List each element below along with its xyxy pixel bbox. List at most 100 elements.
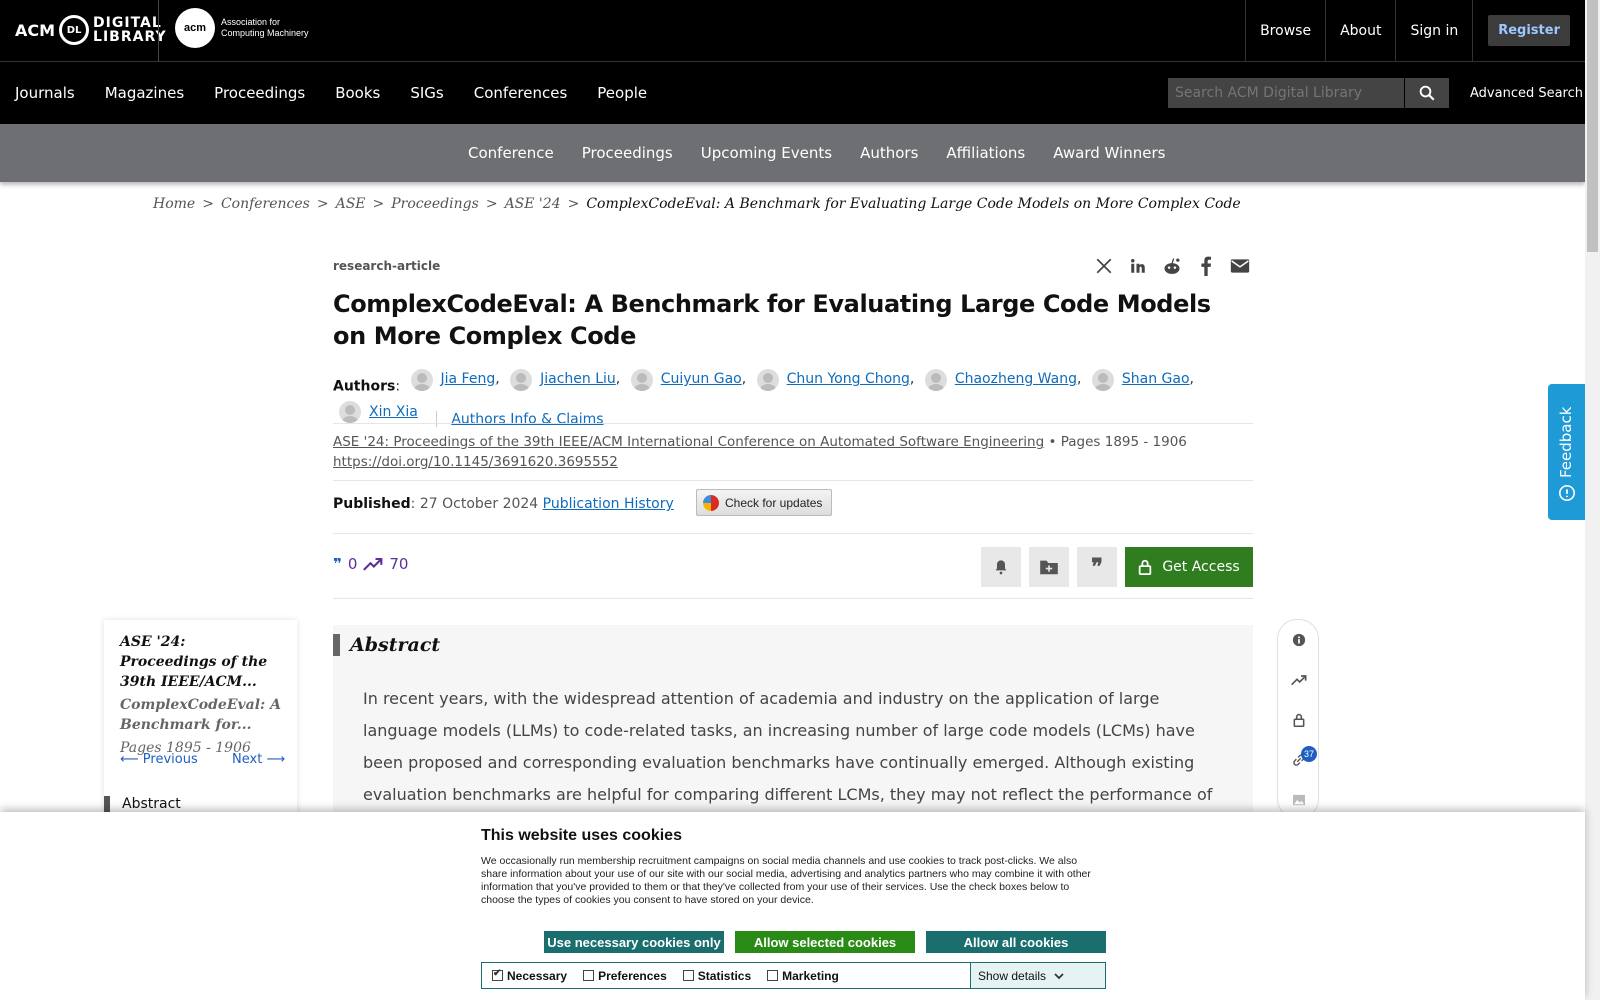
breadcrumb-separator: > [316,196,329,212]
nav-magazines[interactable]: Magazines [105,84,184,102]
author-item[interactable]: Jia Feng, [410,367,500,392]
get-access-button[interactable]: Get Access [1125,547,1253,587]
author-link[interactable]: Chaozheng Wang [955,367,1077,392]
search-button[interactable] [1405,78,1449,108]
subnav-proceedings[interactable]: Proceedings [582,144,673,162]
authors-info-link[interactable]: Authors Info & Claims [451,411,603,427]
sign-in-link[interactable]: Sign in [1395,0,1472,61]
use-necessary-cookies-button[interactable]: Use necessary cookies only [544,931,724,953]
acm-org-logo[interactable]: acm Association for Computing Machinery [175,8,309,48]
subnav-conference[interactable]: Conference [468,144,554,162]
show-details-label: Show details [978,968,1047,983]
browse-link[interactable]: Browse [1245,0,1325,61]
author-item[interactable]: Chun Yong Chong, [756,367,915,392]
cookie-option-preferences[interactable]: Preferences [583,969,667,983]
breadcrumb-proceedings[interactable]: Proceedings [391,196,479,212]
acm-digital-library-logo[interactable]: ACM DL DIGITAL LIBRARY [15,12,167,48]
download-count[interactable]: 70 [389,555,408,573]
breadcrumb-current: ComplexCodeEval: A Benchmark for Evaluat… [586,196,1241,212]
x-twitter-icon[interactable] [1094,256,1114,276]
divider [333,480,1253,481]
add-to-binder-button[interactable] [1029,547,1069,587]
alert-button[interactable] [981,547,1021,587]
checkbox[interactable] [583,970,595,981]
register-button[interactable]: Register [1488,15,1570,46]
subnav-upcoming-events[interactable]: Upcoming Events [701,144,832,162]
feedback-bubble-icon [1558,484,1576,502]
subnav-award-winners[interactable]: Award Winners [1053,144,1165,162]
cookie-option-statistics[interactable]: Statistics [682,969,751,983]
logo-dl-line2: LIBRARY [93,29,167,45]
breadcrumb-conferences[interactable]: Conferences [221,196,310,212]
facebook-icon[interactable] [1196,256,1216,276]
checkbox[interactable] [682,970,694,981]
pages-range: Pages 1895 - 1906 [1060,434,1187,450]
scrollbar-thumb[interactable] [1587,0,1598,252]
subnav-authors[interactable]: Authors [860,144,918,162]
author-item[interactable]: Jiachen Liu, [510,367,620,392]
advanced-search-link[interactable]: Advanced Search [1470,86,1583,101]
page-scrollbar[interactable] [1585,0,1600,1000]
author-link[interactable]: Jia Feng [441,367,496,392]
previous-link[interactable]: ⟵ Previous [120,752,198,767]
allow-selected-cookies-button[interactable]: Allow selected cookies [735,931,915,953]
author-comma: , [741,371,747,387]
breadcrumb-home[interactable]: Home [153,196,195,212]
author-comma: , [909,371,915,387]
author-link[interactable]: Xin Xia [369,400,418,425]
toc-proceedings-title[interactable]: ASE '24: Proceedings of the 39th IEEE/AC… [120,632,281,692]
citation-count[interactable]: 0 [348,555,358,573]
author-item[interactable]: Shan Gao, [1091,367,1194,392]
info-icon[interactable] [1289,630,1309,650]
breadcrumb-ase[interactable]: ASE [336,196,366,212]
search-input[interactable] [1168,78,1404,108]
avatar [410,368,433,391]
proceedings-link[interactable]: ASE '24: Proceedings of the 39th IEEE/AC… [333,434,1044,450]
cite-button[interactable]: ❞ [1077,547,1117,587]
nav-people[interactable]: People [597,84,647,102]
author-link[interactable]: Cuiyun Gao [661,367,742,392]
reddit-icon[interactable] [1162,256,1182,276]
breadcrumb-ase24[interactable]: ASE '24 [505,196,561,212]
author-link[interactable]: Chun Yong Chong [787,367,910,392]
author-item[interactable]: Chaozheng Wang, [924,367,1081,392]
author-link[interactable]: Shan Gao [1122,367,1190,392]
nav-sigs[interactable]: SIGs [410,84,443,102]
nav-journals[interactable]: Journals [15,84,75,102]
figures-image-icon[interactable] [1289,790,1309,810]
top-bar: ACM DL DIGITAL LIBRARY acm Association f… [0,0,1585,62]
lock-access-icon[interactable] [1289,710,1309,730]
author-item[interactable]: Xin Xia [339,400,418,425]
main-nav-links: Journals Magazines Proceedings Books SIG… [15,62,647,124]
metrics-trend-icon[interactable] [1289,670,1309,690]
about-link[interactable]: About [1325,0,1395,61]
checkbox[interactable] [492,968,503,981]
authors-label: Authors [333,378,396,395]
checkbox[interactable] [767,970,779,981]
check-updates-label: Check for updates [725,495,823,510]
nav-proceedings[interactable]: Proceedings [214,84,305,102]
main-nav: Journals Magazines Proceedings Books SIG… [0,62,1585,124]
crossmark-icon [703,494,719,511]
publication-history-link[interactable]: Publication History [543,496,674,512]
feedback-tab[interactable]: Feedback [1548,384,1585,520]
toc-section-abstract[interactable]: Abstract [104,796,181,812]
author-link[interactable]: Jiachen Liu [540,367,616,392]
nav-books[interactable]: Books [335,84,380,102]
nav-conferences[interactable]: Conferences [474,84,568,102]
show-details-toggle[interactable]: Show details [970,963,1105,988]
next-link[interactable]: Next ⟶ [232,752,285,767]
email-icon[interactable] [1230,256,1250,276]
cookie-option-necessary[interactable]: Necessary [492,968,568,983]
subnav-affiliations[interactable]: Affiliations [946,144,1025,162]
doi-link[interactable]: https://doi.org/10.1145/3691620.3695552 [333,454,618,470]
linkedin-icon[interactable] [1128,256,1148,276]
lock-icon [1139,559,1152,575]
previous-label: Previous [142,752,198,767]
author-item[interactable]: Cuiyun Gao, [630,367,747,392]
cookie-option-label: Necessary [507,968,568,983]
check-for-updates-button[interactable]: Check for updates [696,489,832,516]
trending-icon [363,557,383,571]
allow-all-cookies-button[interactable]: Allow all cookies [926,931,1106,953]
cookie-option-marketing[interactable]: Marketing [767,969,839,983]
